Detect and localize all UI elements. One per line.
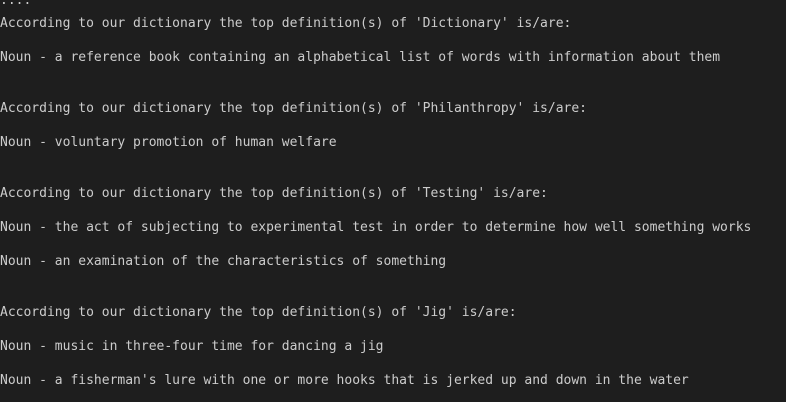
console-output: .... According to our dictionary the top… xyxy=(0,0,786,402)
definition-line: Noun - the act of subjecting to experime… xyxy=(0,220,752,235)
query-header: According to our dictionary the top defi… xyxy=(0,16,572,31)
query-header: According to our dictionary the top defi… xyxy=(0,186,548,201)
definition-line: Noun - a fisherman's lure with one or mo… xyxy=(0,373,689,388)
query-header: According to our dictionary the top defi… xyxy=(0,101,587,116)
definition-line: Noun - an examination of the characteris… xyxy=(0,254,447,269)
query-header: According to our dictionary the top defi… xyxy=(0,305,517,320)
definition-line: Noun - voluntary promotion of human welf… xyxy=(0,135,337,150)
truncation-dots: .... xyxy=(0,0,32,8)
definition-line: Noun - music in three-four time for danc… xyxy=(0,339,384,354)
definition-line: Noun - a reference book containing an al… xyxy=(0,50,721,65)
